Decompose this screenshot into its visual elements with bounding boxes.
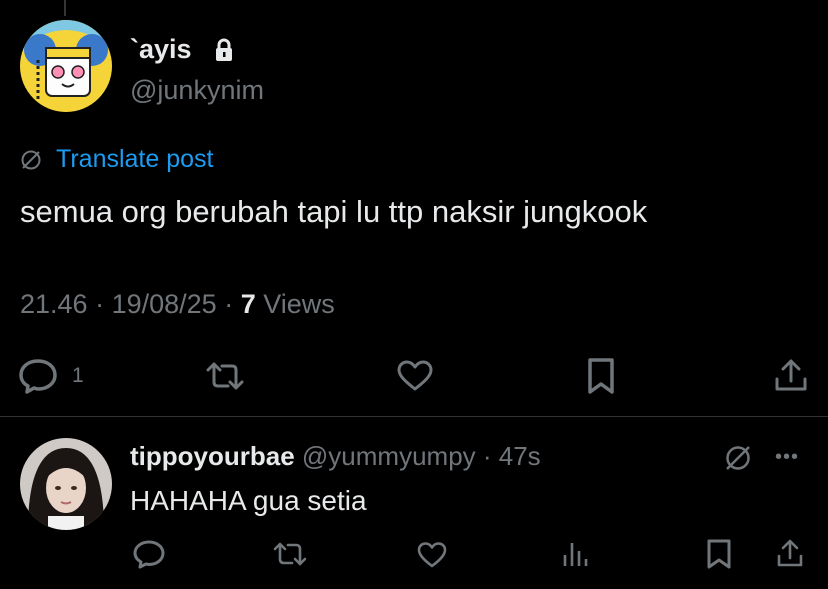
share-icon [775,359,807,391]
reply-header: tippoyourbae @yummyumpy · 47s [130,441,541,471]
reply-reply-button[interactable] [132,539,166,569]
post-date[interactable]: 19/08/25 [112,289,217,319]
bookmark-icon [588,358,614,394]
heart-icon [417,542,447,568]
more-icon[interactable]: ••• [775,446,799,469]
share-button[interactable] [774,357,808,393]
bookmark-icon [707,539,731,569]
translate-icon [20,149,42,171]
post-meta: 21.46 · 19/08/25 · 7 Views [20,289,335,319]
reply-repost-button[interactable] [272,540,308,568]
views-count: 7 [240,289,256,319]
views-label: Views [263,289,335,319]
reply-translate-icon[interactable] [723,443,753,478]
repost-button[interactable] [204,360,246,392]
display-name[interactable]: `ayis [130,34,192,65]
thread-line [64,0,66,16]
reply-analytics-button[interactable] [561,539,591,569]
reply-avatar-image [20,438,112,530]
reply-age[interactable]: 47s [499,441,541,471]
lock-icon [214,38,234,62]
reply-icon [133,540,165,569]
reply-like-button[interactable] [416,541,448,569]
avatar-image [20,20,112,112]
bookmark-button[interactable] [587,357,615,395]
translate-post-link[interactable]: Translate post [56,145,213,174]
reply-count: 1 [72,364,84,387]
reply-share-button[interactable] [776,538,804,568]
divider [0,416,828,417]
handle[interactable]: @junkynim [130,75,264,106]
post-time[interactable]: 21.46 [20,289,88,319]
reply-bookmark-button[interactable] [706,538,732,570]
analytics-icon [563,543,588,566]
share-icon [777,539,803,567]
reply-icon [19,359,57,394]
repost-icon [273,542,307,566]
repost-icon [206,362,244,390]
like-button[interactable] [396,360,434,392]
avatar[interactable] [20,20,112,112]
reply-button[interactable]: 1 [18,358,84,394]
reply-avatar[interactable] [20,438,112,530]
post-text: semua org berubah tapi lu ttp naksir jun… [20,194,648,229]
heart-icon [397,360,433,391]
reply-display-name[interactable]: tippoyourbae [130,441,295,471]
reply-handle[interactable]: @yummyumpy [302,441,476,471]
reply-text: HAHAHA gua setia [130,485,367,516]
